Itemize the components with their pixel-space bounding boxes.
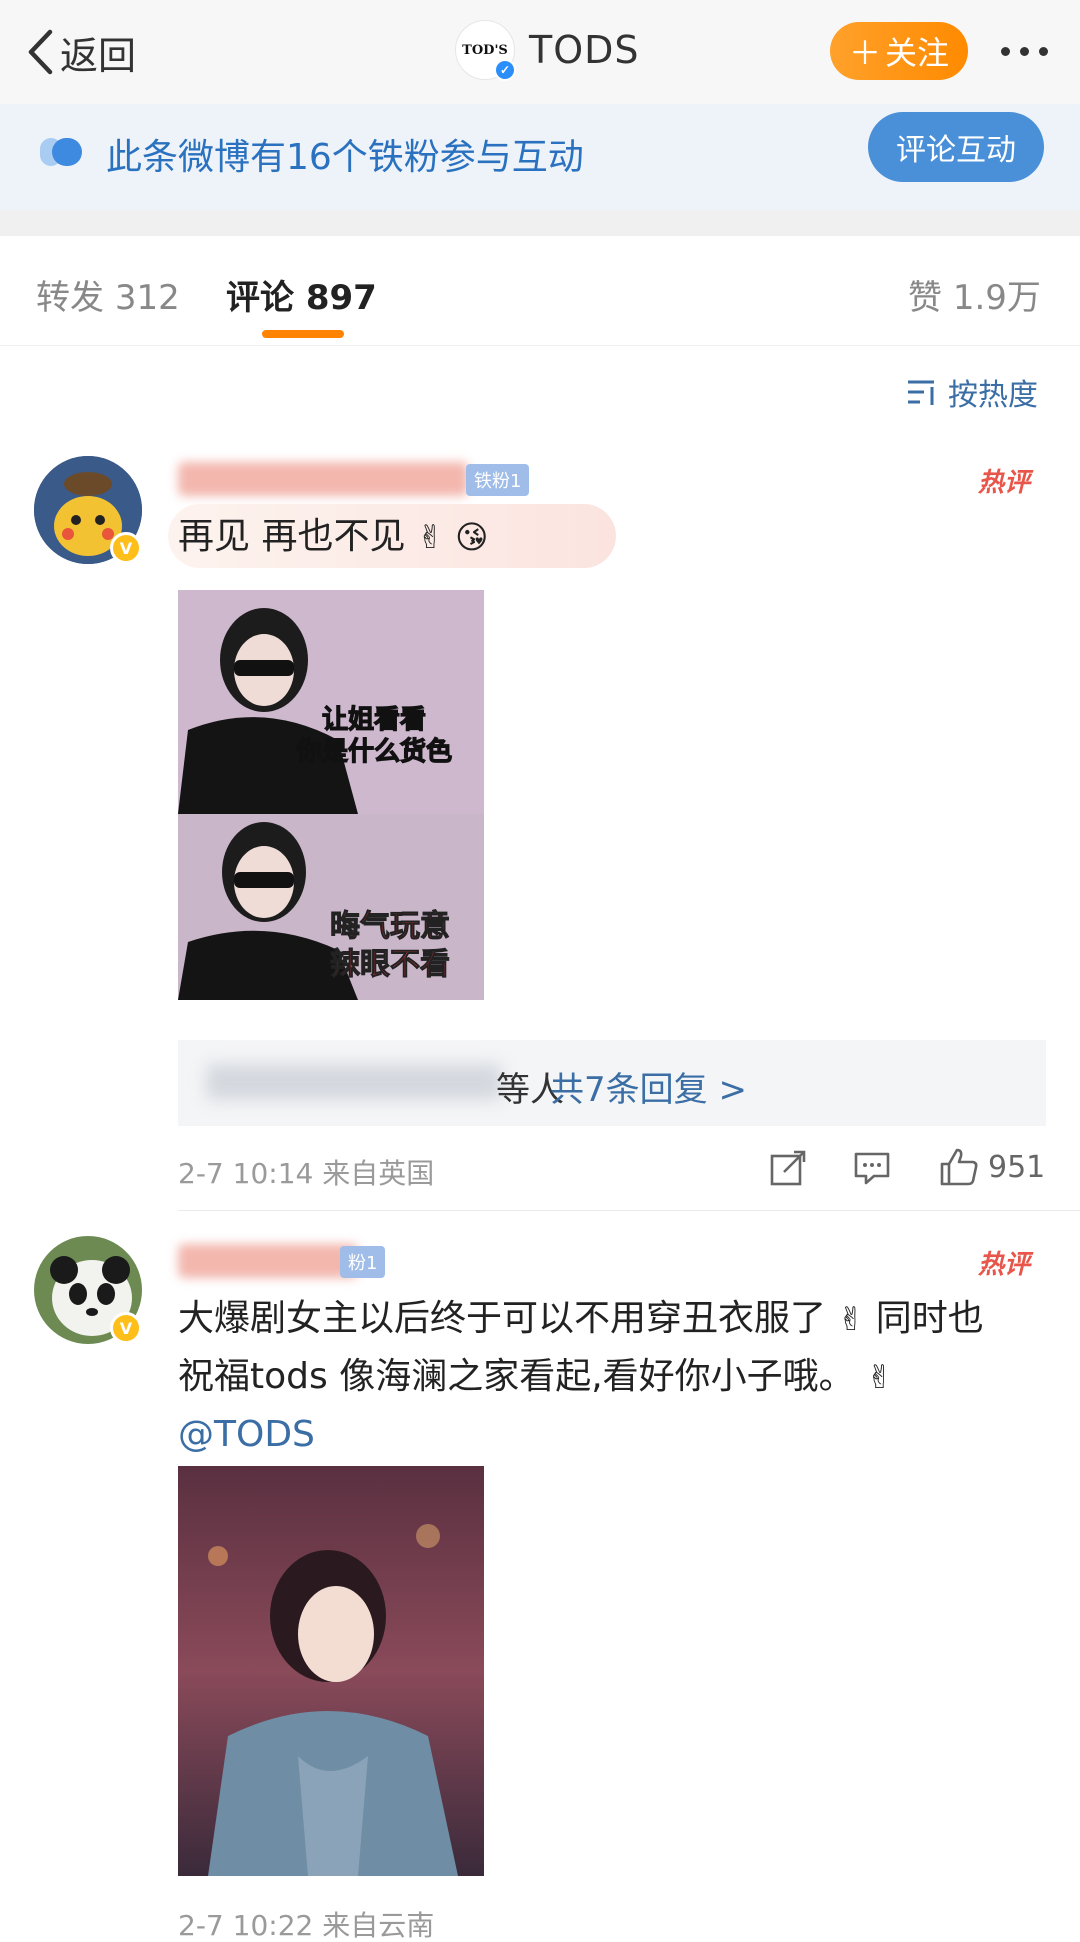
tab-repost-label: 转发	[36, 278, 104, 318]
post-tabs: 转发 312 评论 897 赞 1.9万	[0, 236, 1080, 346]
follow-label: 关注	[885, 34, 950, 72]
account-header[interactable]: TOD'S ✓ TODS	[455, 20, 640, 81]
comment-interact-button[interactable]: 评论互动	[868, 112, 1044, 182]
tab-repost-count: 312	[114, 278, 180, 318]
section-divider	[0, 210, 1080, 236]
comment-time: 2-7 10:14	[178, 1157, 314, 1190]
sort-label: 按热度	[948, 378, 1038, 413]
account-avatar[interactable]: TOD'S ✓	[455, 20, 516, 81]
back-label: 返回	[60, 33, 137, 78]
tab-likes-label: 赞	[908, 278, 942, 318]
more-dot-icon	[1038, 46, 1048, 56]
victory-hand-emoji-icon: ✌	[837, 1300, 865, 1338]
more-dot-icon	[1019, 46, 1029, 56]
comment-location: 来自云南	[322, 1909, 435, 1942]
view-replies-link[interactable]: 共7条回复 >	[550, 1062, 747, 1111]
comment-meta: 2-7 10:22 来自云南	[178, 1904, 434, 1942]
username-redacted[interactable]	[178, 1244, 358, 1278]
comment-text: 再见 再也不见 ✌ 😘	[178, 508, 489, 566]
verified-badge-icon: V	[110, 532, 142, 564]
kiss-face-emoji-icon: 😘	[455, 518, 489, 556]
reply-button[interactable]	[852, 1148, 892, 1188]
more-options-button[interactable]	[984, 28, 1064, 74]
comment-text-content: 再见 再也不见	[178, 516, 406, 557]
comment-location: 来自英国	[322, 1157, 435, 1190]
back-button[interactable]: 返回	[26, 22, 136, 82]
comment-text: 大爆剧女主以后终于可以不用穿丑衣服了 ✌ 同时也 祝福tods 像海澜之家看起,…	[178, 1290, 1058, 1464]
follow-button[interactable]: ＋ 关注	[830, 22, 968, 80]
meme-caption-line: 辣眼不看	[330, 947, 450, 982]
username-redacted[interactable]	[178, 462, 468, 496]
account-name[interactable]: TODS	[529, 28, 640, 72]
victory-hand-emoji-icon: ✌	[866, 1358, 893, 1396]
comment-text-line: 祝福tods 像海澜之家看起,看好你小子哦。	[178, 1356, 855, 1397]
meme-caption-line: 让姐看看	[322, 705, 426, 735]
thumbs-up-icon	[940, 1148, 978, 1186]
meme-caption-line: 你是什么货色	[295, 736, 452, 767]
fan-interaction-icon	[40, 138, 82, 166]
comment-text-line-tail: 同时也	[875, 1298, 984, 1339]
like-count: 951	[988, 1149, 1046, 1185]
sort-icon	[908, 380, 934, 405]
comment-meta: 2-7 10:14 来自英国	[178, 1152, 434, 1192]
mention-link[interactable]: @TODS	[178, 1414, 315, 1455]
like-button[interactable]: 951	[938, 1146, 1045, 1188]
more-dot-icon	[1000, 46, 1010, 56]
tab-likes[interactable]: 赞 1.9万	[908, 270, 1041, 319]
hot-comment-label: 热评	[978, 468, 1031, 498]
brand-logo-text: TOD'S	[462, 42, 508, 58]
reply-usernames-redacted	[206, 1064, 502, 1100]
tab-repost[interactable]: 转发 312	[36, 270, 180, 319]
share-button[interactable]	[768, 1148, 808, 1188]
comment-image[interactable]	[178, 1466, 484, 1876]
top-nav-bar: 返回 TOD'S ✓ TODS ＋ 关注	[0, 0, 1080, 104]
hot-comment-label: 热评	[978, 1250, 1031, 1280]
meme-image: 让姐看看 你是什么货色 晦气玩意 辣眼不看	[178, 590, 484, 1000]
photo-image	[178, 1466, 484, 1876]
victory-hand-emoji-icon: ✌	[416, 518, 444, 556]
active-tab-indicator	[262, 330, 344, 338]
sort-by-hot-button[interactable]: 按热度	[906, 370, 1038, 414]
verified-icon: ✓	[494, 59, 516, 81]
tab-comments[interactable]: 评论 897	[226, 270, 377, 319]
plus-icon: ＋	[848, 34, 881, 72]
verified-badge-icon: V	[110, 1312, 142, 1344]
chevron-left-icon	[28, 29, 53, 75]
comment-text-line: 大爆剧女主以后终于可以不用穿丑衣服了	[178, 1298, 827, 1339]
comment-time: 2-7 10:22	[178, 1909, 314, 1942]
tab-likes-count: 1.9万	[952, 278, 1041, 318]
fan-badge: 粉1	[340, 1246, 386, 1278]
fan-interaction-text: 此条微博有16个铁粉参与互动	[106, 137, 584, 178]
comment-divider	[178, 1210, 1080, 1211]
tab-comments-count: 897	[305, 278, 377, 318]
fan-badge: 铁粉1	[466, 464, 530, 496]
reply-summary[interactable]: 等人 共7条回复 >	[178, 1040, 1046, 1126]
meme-caption-line: 晦气玩意	[330, 909, 450, 944]
comment-image[interactable]: 让姐看看 你是什么货色 晦气玩意 辣眼不看	[178, 590, 484, 1000]
comment-icon	[854, 1152, 890, 1185]
share-icon	[770, 1150, 806, 1186]
tab-comments-label: 评论	[226, 278, 294, 318]
